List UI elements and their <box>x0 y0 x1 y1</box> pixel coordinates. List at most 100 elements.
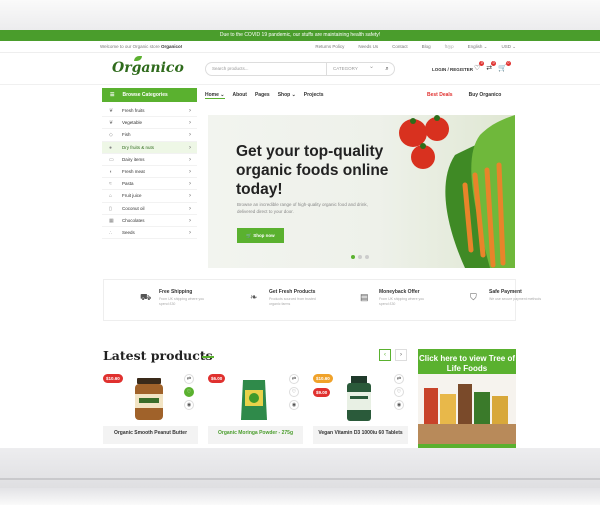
shop-now-button[interactable]: 🛒 Shop now <box>237 228 284 243</box>
sale-price-badge: $9.00 <box>313 388 331 397</box>
nav-home[interactable]: Home ⌄ <box>205 92 225 99</box>
vitamin-bottle-image <box>347 376 371 421</box>
nav-shop[interactable]: Shop ⌄ <box>278 92 296 99</box>
laptop-hinge <box>0 478 600 480</box>
wishlist-badge: 0 <box>479 61 485 66</box>
pinterest-icon[interactable]: p <box>451 41 454 53</box>
chevron-right-icon: › <box>189 193 191 200</box>
category-item[interactable]: ❦ Vegetable › <box>102 117 197 130</box>
shield-icon: ⛉ <box>470 292 477 302</box>
site-header: Organico Search products... CATEGORY ⌕ L… <box>0 53 600 85</box>
category-item[interactable]: ⌂ Fruit juice › <box>102 190 197 203</box>
features-strip: ⛟ Free Shipping From UK shipping where you… <box>103 279 541 321</box>
buy-organico-link[interactable]: Buy Organico <box>469 92 502 98</box>
search-icon[interactable]: ⌕ <box>382 64 392 74</box>
cart-icon[interactable]: 🛒 0 <box>498 61 511 72</box>
main-nav: ☰ Browse Categories Home ⌄ About Pages Sh… <box>0 88 600 104</box>
wishlist-icon[interactable]: ♡ <box>184 387 194 397</box>
slider-dot[interactable] <box>351 255 355 259</box>
search-input[interactable]: Search products... <box>212 66 249 71</box>
nav-about[interactable]: About <box>233 92 247 99</box>
category-item[interactable]: ◇ Fish › <box>102 129 197 142</box>
currency-select[interactable]: USD ⌄ <box>501 41 516 53</box>
chevron-right-icon: › <box>189 120 191 127</box>
welcome-text: Welcome to our Organic store Organico! <box>100 44 183 49</box>
category-item[interactable]: ≈ Pasta › <box>102 178 197 191</box>
chevron-right-icon: › <box>189 217 191 224</box>
slider-dot[interactable] <box>358 255 362 259</box>
product-card[interactable]: $10.60 ⇄ ♡ ◉ Organic Smooth Peanut Butter <box>103 368 198 448</box>
category-list: ❦ Fresh fruits › ❦ Vegetable › ◇ Fish › ● Dry f… <box>102 105 197 240</box>
chevron-right-icon: › <box>189 205 191 212</box>
site-logo[interactable]: Organico <box>112 56 184 76</box>
next-arrow-icon[interactable]: › <box>395 349 407 361</box>
slider-dot[interactable] <box>365 255 369 259</box>
vegetables-image <box>399 115 515 268</box>
compare-icon[interactable]: ⇄ <box>184 374 194 384</box>
chevron-right-icon: › <box>189 132 191 139</box>
category-item[interactable]: ◖ Fresh meat › <box>102 166 197 179</box>
meat-icon: ◖ <box>109 168 113 175</box>
title-underline <box>202 356 214 358</box>
category-select[interactable]: CATEGORY <box>326 61 378 75</box>
chocolate-icon: ▦ <box>109 217 114 224</box>
wishlist-icon[interactable]: ♡ 0 <box>474 61 485 72</box>
prev-arrow-icon[interactable]: ‹ <box>379 349 391 361</box>
category-item[interactable]: ▯ Coconut oil › <box>102 203 197 215</box>
utility-bar: Welcome to our Organic store Organico! R… <box>0 41 600 53</box>
link-contact[interactable]: Contact <box>392 41 408 53</box>
chevron-right-icon: › <box>189 168 191 175</box>
category-item[interactable]: ∴ Seeds › <box>102 227 197 240</box>
fish-icon: ◇ <box>109 132 113 139</box>
price-badge: $10.60 <box>103 374 123 383</box>
hero-title: Get your top-quality organic foods onlin… <box>236 143 389 198</box>
wishlist-icon[interactable]: ♡ <box>394 387 404 397</box>
compare-icon[interactable]: ⇄ <box>289 374 299 384</box>
best-deals-link[interactable]: Best Deals <box>427 92 453 98</box>
menu-icon: ☰ <box>110 92 115 98</box>
search-bar[interactable]: Search products... CATEGORY ⌕ <box>205 61 395 76</box>
quick-view-icon[interactable]: ◉ <box>184 400 194 410</box>
wishlist-icon[interactable]: ♡ <box>289 387 299 397</box>
feature-item: ▤ Moneyback Offer From UK shipping where y… <box>360 289 425 306</box>
product-card[interactable]: $10.60 $9.00 ⇄ ♡ ◉ Vegan Vitamin D3 1000iu… <box>313 368 408 448</box>
link-blog[interactable]: Blog <box>422 41 431 53</box>
browse-categories-button[interactable]: ☰ Browse Categories <box>102 88 197 102</box>
compare-icon[interactable]: ⇄ 0 <box>486 61 497 72</box>
compare-icon[interactable]: ⇄ <box>394 374 404 384</box>
link-returns[interactable]: Returns Policy <box>315 41 344 53</box>
product-name[interactable]: Organic Moringa Powder - 275g <box>208 426 303 444</box>
slider-dots <box>351 255 369 259</box>
product-name[interactable]: Vegan Vitamin D3 1000iu 60 Tablets <box>313 426 408 444</box>
cart-icon: 🛒 <box>246 233 252 238</box>
food-products-image <box>418 374 516 444</box>
feature-item: ⛉ Safe Payment We use secure payment metho… <box>470 289 542 302</box>
category-item[interactable]: ❦ Fresh fruits › <box>102 105 197 118</box>
money-icon: ▤ <box>360 292 369 302</box>
chevron-right-icon: › <box>189 144 191 151</box>
nav-projects[interactable]: Projects <box>304 92 324 99</box>
carousel-pager: ‹ › <box>379 349 407 361</box>
moringa-pouch-image <box>241 380 267 420</box>
dairy-icon: ▭ <box>109 156 114 163</box>
link-needs[interactable]: Needs Us <box>358 41 378 53</box>
promo-banner[interactable]: Click here to view Tree of Life Foods <box>418 349 516 448</box>
category-item[interactable]: ▦ Chocolates › <box>102 215 197 227</box>
language-select[interactable]: English ⌄ <box>468 41 488 53</box>
nav-pages[interactable]: Pages <box>255 92 270 99</box>
login-register-link[interactable]: LOGIN / REGISTER <box>432 67 473 72</box>
compare-badge: 0 <box>491 61 497 66</box>
peanut-butter-jar-image <box>135 378 163 420</box>
product-card[interactable]: $6.00 ⇄ ♡ ◉ Organic Moringa Powder - 275g <box>208 368 303 448</box>
quick-view-icon[interactable]: ◉ <box>394 400 404 410</box>
chevron-right-icon: › <box>189 181 191 188</box>
category-item[interactable]: ● Dry fruits & nuts › <box>102 141 197 154</box>
leaf-icon: ❧ <box>250 292 258 302</box>
feature-item: ❧ Get Fresh Products Products sourced from… <box>250 289 316 306</box>
product-name[interactable]: Organic Smooth Peanut Butter <box>103 426 198 444</box>
category-item[interactable]: ▭ Dairy items › <box>102 154 197 166</box>
hero-text: Browse an incredible range of high-quali… <box>237 202 368 214</box>
oil-icon: ▯ <box>109 205 112 212</box>
quick-view-icon[interactable]: ◉ <box>289 400 299 410</box>
chevron-right-icon: › <box>189 229 191 236</box>
